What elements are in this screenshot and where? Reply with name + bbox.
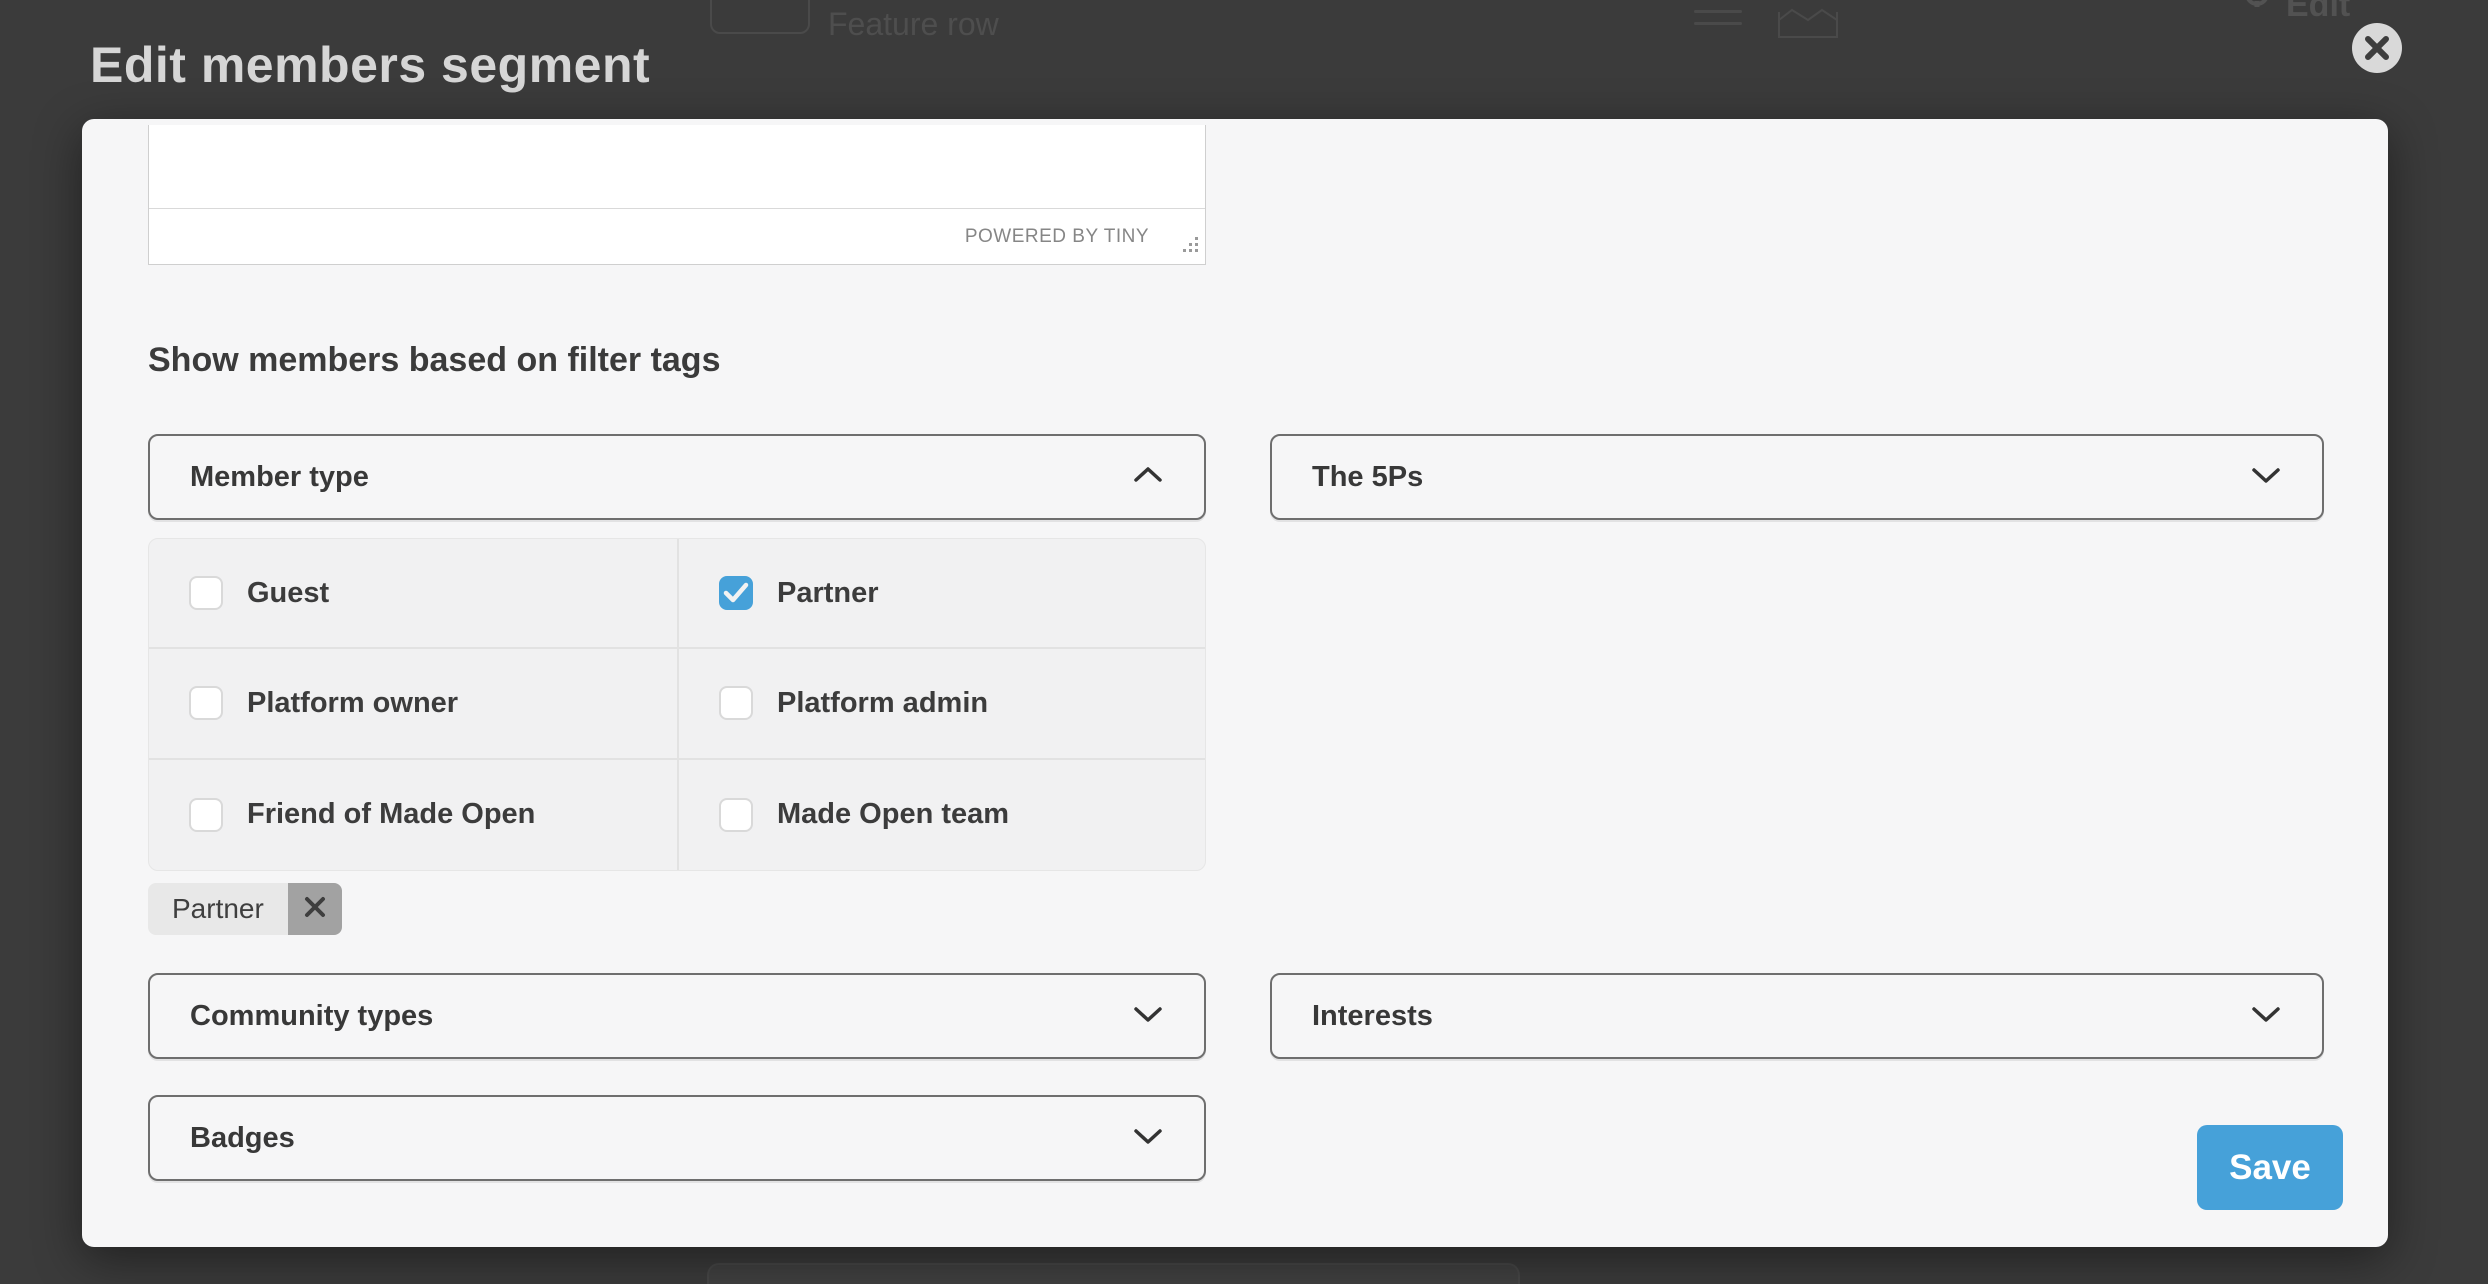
option-label: Made Open team bbox=[777, 798, 1009, 831]
background-content-box bbox=[707, 1263, 1520, 1284]
checkbox-checked-icon[interactable] bbox=[719, 576, 753, 610]
chevron-down-icon bbox=[2248, 464, 2284, 491]
chart-thumbnail-icon bbox=[1778, 6, 1838, 43]
save-button[interactable]: Save bbox=[2197, 1125, 2343, 1210]
close-button[interactable] bbox=[2352, 23, 2402, 73]
option-label: Guest bbox=[247, 577, 329, 610]
gear-icon bbox=[2240, 0, 2274, 25]
checkbox-icon[interactable] bbox=[189, 576, 223, 610]
checkbox-option-friend-of-made-open[interactable]: Friend of Made Open bbox=[149, 760, 679, 870]
rich-text-editor[interactable]: POWERED BY TINY bbox=[148, 125, 1206, 265]
checkbox-icon[interactable] bbox=[719, 686, 753, 720]
background-edit-label: Edit bbox=[2286, 0, 2350, 25]
editor-status-bar: POWERED BY TINY bbox=[149, 208, 1205, 264]
checkbox-icon[interactable] bbox=[719, 798, 753, 832]
option-label: Platform owner bbox=[247, 687, 458, 720]
checkbox-option-guest[interactable]: Guest bbox=[149, 539, 679, 649]
drag-handle-icon bbox=[1694, 10, 1742, 34]
background-feature-row-label: Feature row bbox=[828, 6, 999, 43]
close-icon bbox=[2362, 33, 2392, 63]
x-icon bbox=[303, 895, 327, 924]
powered-by-tiny-label[interactable]: POWERED BY TINY bbox=[965, 226, 1149, 248]
edit-members-segment-modal: POWERED BY TINY Show members based on fi… bbox=[82, 119, 2388, 1247]
dropdown-interests[interactable]: Interests bbox=[1270, 973, 2324, 1059]
selected-tag-partner: Partner bbox=[148, 883, 342, 935]
checkbox-option-partner[interactable]: Partner bbox=[679, 539, 1205, 649]
member-type-options-grid: Guest Partner Platform owner Platform ad… bbox=[148, 538, 1206, 871]
checkbox-icon[interactable] bbox=[189, 798, 223, 832]
option-label: Platform admin bbox=[777, 687, 988, 720]
checkbox-option-platform-admin[interactable]: Platform admin bbox=[679, 649, 1205, 759]
dropdown-the-5ps[interactable]: The 5Ps bbox=[1270, 434, 2324, 520]
option-label: Partner bbox=[777, 577, 879, 610]
chevron-down-icon bbox=[1130, 1125, 1166, 1152]
dropdown-community-types-label: Community types bbox=[190, 1000, 433, 1033]
background-edit-button: Edit bbox=[2240, 0, 2350, 25]
dropdown-member-type-label: Member type bbox=[190, 461, 369, 494]
dropdown-badges[interactable]: Badges bbox=[148, 1095, 1206, 1181]
checkbox-option-made-open-team[interactable]: Made Open team bbox=[679, 760, 1205, 870]
background-feature-count: 10 bbox=[743, 0, 776, 2]
selected-tag-label: Partner bbox=[148, 883, 288, 935]
chevron-down-icon bbox=[2248, 1003, 2284, 1030]
dropdown-interests-label: Interests bbox=[1312, 1000, 1433, 1033]
filter-section-heading: Show members based on filter tags bbox=[148, 341, 720, 380]
dropdown-the-5ps-label: The 5Ps bbox=[1312, 461, 1423, 494]
option-label: Friend of Made Open bbox=[247, 798, 535, 831]
dropdown-member-type[interactable]: Member type bbox=[148, 434, 1206, 520]
dropdown-community-types[interactable]: Community types bbox=[148, 973, 1206, 1059]
checkbox-icon[interactable] bbox=[189, 686, 223, 720]
dropdown-badges-label: Badges bbox=[190, 1122, 295, 1155]
modal-backdrop: 10 Feature row Edit Edit members segment bbox=[0, 0, 2488, 1284]
chevron-up-icon bbox=[1130, 464, 1166, 491]
remove-tag-button[interactable] bbox=[288, 883, 342, 935]
modal-title: Edit members segment bbox=[90, 36, 650, 94]
chevron-down-icon bbox=[1130, 1003, 1166, 1030]
resize-handle-icon[interactable] bbox=[1181, 235, 1199, 258]
background-feature-count-box: 10 bbox=[710, 0, 810, 34]
checkbox-option-platform-owner[interactable]: Platform owner bbox=[149, 649, 679, 759]
